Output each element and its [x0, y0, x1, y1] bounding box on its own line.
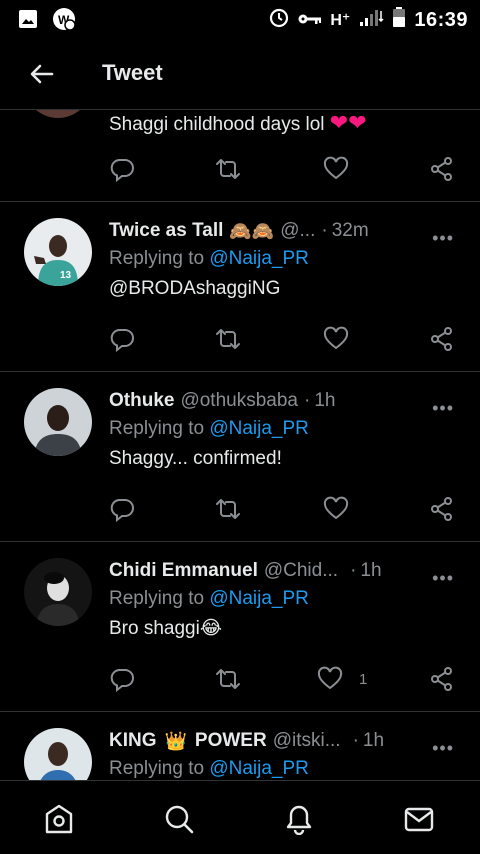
like-icon[interactable] [323, 496, 351, 524]
svg-text:13: 13 [60, 270, 72, 281]
replying-to: Replying to @Naija_PR [109, 758, 309, 779]
page-title: Tweet [102, 60, 163, 85]
app-notification-icon: W [52, 7, 76, 36]
share-icon[interactable] [429, 326, 457, 354]
username[interactable]: @itski... [273, 730, 341, 752]
top-app-bar: Tweet [0, 38, 480, 110]
avatar[interactable] [24, 388, 92, 456]
replying-to: Replying to @Naija_PR [109, 418, 309, 439]
username[interactable]: @othuksbaba [180, 390, 298, 412]
laughing-emoji: 😂 [199, 618, 223, 639]
key-icon [298, 9, 322, 32]
image-icon [18, 9, 38, 34]
reply-icon[interactable] [109, 326, 137, 354]
replying-to: Replying to @Naija_PR [109, 588, 309, 609]
heart-emoji: ❤❤ [329, 110, 367, 135]
reply-icon[interactable] [109, 156, 137, 184]
battery-icon [392, 6, 406, 34]
tweet-text: Shaggi childhood days lol ❤❤ [109, 110, 367, 135]
avatar[interactable] [24, 728, 92, 780]
reply-target-link[interactable]: @Naija_PR [209, 758, 309, 779]
tweet-text: Bro shaggi😂 [109, 618, 223, 639]
reply-icon[interactable] [109, 496, 137, 524]
like-count: 1 [359, 671, 368, 688]
more-options-icon[interactable]: ••• [432, 398, 454, 419]
reply-target-link[interactable]: @Naija_PR [209, 588, 309, 609]
display-name[interactable]: Othuke [109, 390, 174, 412]
avatar[interactable] [24, 110, 92, 118]
notifications-icon[interactable] [283, 803, 317, 837]
name-emoji: 🙈🙈 [229, 220, 275, 241]
network-type: H⁺ [330, 12, 351, 29]
crown-emoji: 👑 [164, 730, 187, 751]
reply-icon[interactable] [109, 666, 137, 694]
messages-icon[interactable] [403, 803, 437, 837]
timestamp[interactable]: 1h [360, 560, 381, 582]
retweet-icon[interactable] [215, 156, 243, 184]
share-icon[interactable] [429, 496, 457, 524]
status-bar: W H⁺ 16:39 [0, 0, 480, 38]
like-icon[interactable] [323, 326, 351, 354]
retweet-icon[interactable] [215, 496, 243, 524]
display-name-suffix[interactable]: POWER [195, 730, 267, 752]
alarm-icon [268, 6, 290, 34]
arrow-left-icon[interactable] [28, 60, 56, 88]
tweet-actions [109, 156, 469, 186]
avatar[interactable] [24, 558, 92, 626]
tweet-text: Shaggy... confirmed! [109, 448, 282, 469]
more-options-icon[interactable]: ••• [432, 568, 454, 589]
share-icon[interactable] [429, 156, 457, 184]
display-name[interactable]: Twice as Tall [109, 220, 223, 242]
mention-link[interactable]: @BRODAshaggiNG [109, 274, 460, 304]
search-icon[interactable] [163, 803, 197, 837]
avatar[interactable]: 13 [24, 218, 92, 286]
home-icon[interactable] [43, 803, 77, 837]
reply-target-link[interactable]: @Naija_PR [209, 418, 309, 439]
like-icon[interactable] [323, 156, 351, 184]
like-icon[interactable] [317, 666, 345, 694]
tweet-actions [109, 496, 469, 526]
more-options-icon[interactable]: ••• [432, 228, 454, 249]
display-name[interactable]: KING [109, 730, 157, 752]
replies-feed[interactable]: Shaggi childhood days lol ❤❤ 13 Twice as… [0, 110, 480, 780]
retweet-icon[interactable] [215, 326, 243, 354]
username[interactable]: @... [280, 220, 315, 242]
tweet[interactable]: KING 👑 POWER @itski... · 1h ••• Replying… [0, 712, 480, 780]
tweet-actions [109, 326, 469, 356]
username[interactable]: @Chid... [264, 560, 338, 582]
timestamp[interactable]: 1h [363, 730, 384, 752]
retweet-icon[interactable] [215, 666, 243, 694]
more-options-icon[interactable]: ••• [432, 738, 454, 759]
tweet-actions: 1 [109, 666, 469, 696]
clock: 16:39 [414, 8, 468, 31]
reply-target-link[interactable]: @Naija_PR [209, 248, 309, 269]
bottom-navigation [0, 780, 480, 854]
share-icon[interactable] [429, 666, 457, 694]
signal-icon [358, 7, 384, 33]
display-name[interactable]: Chidi Emmanuel [109, 560, 258, 582]
timestamp[interactable]: 1h [314, 390, 335, 412]
timestamp[interactable]: 32m [332, 220, 369, 242]
replying-to: Replying to @Naija_PR [109, 248, 309, 269]
